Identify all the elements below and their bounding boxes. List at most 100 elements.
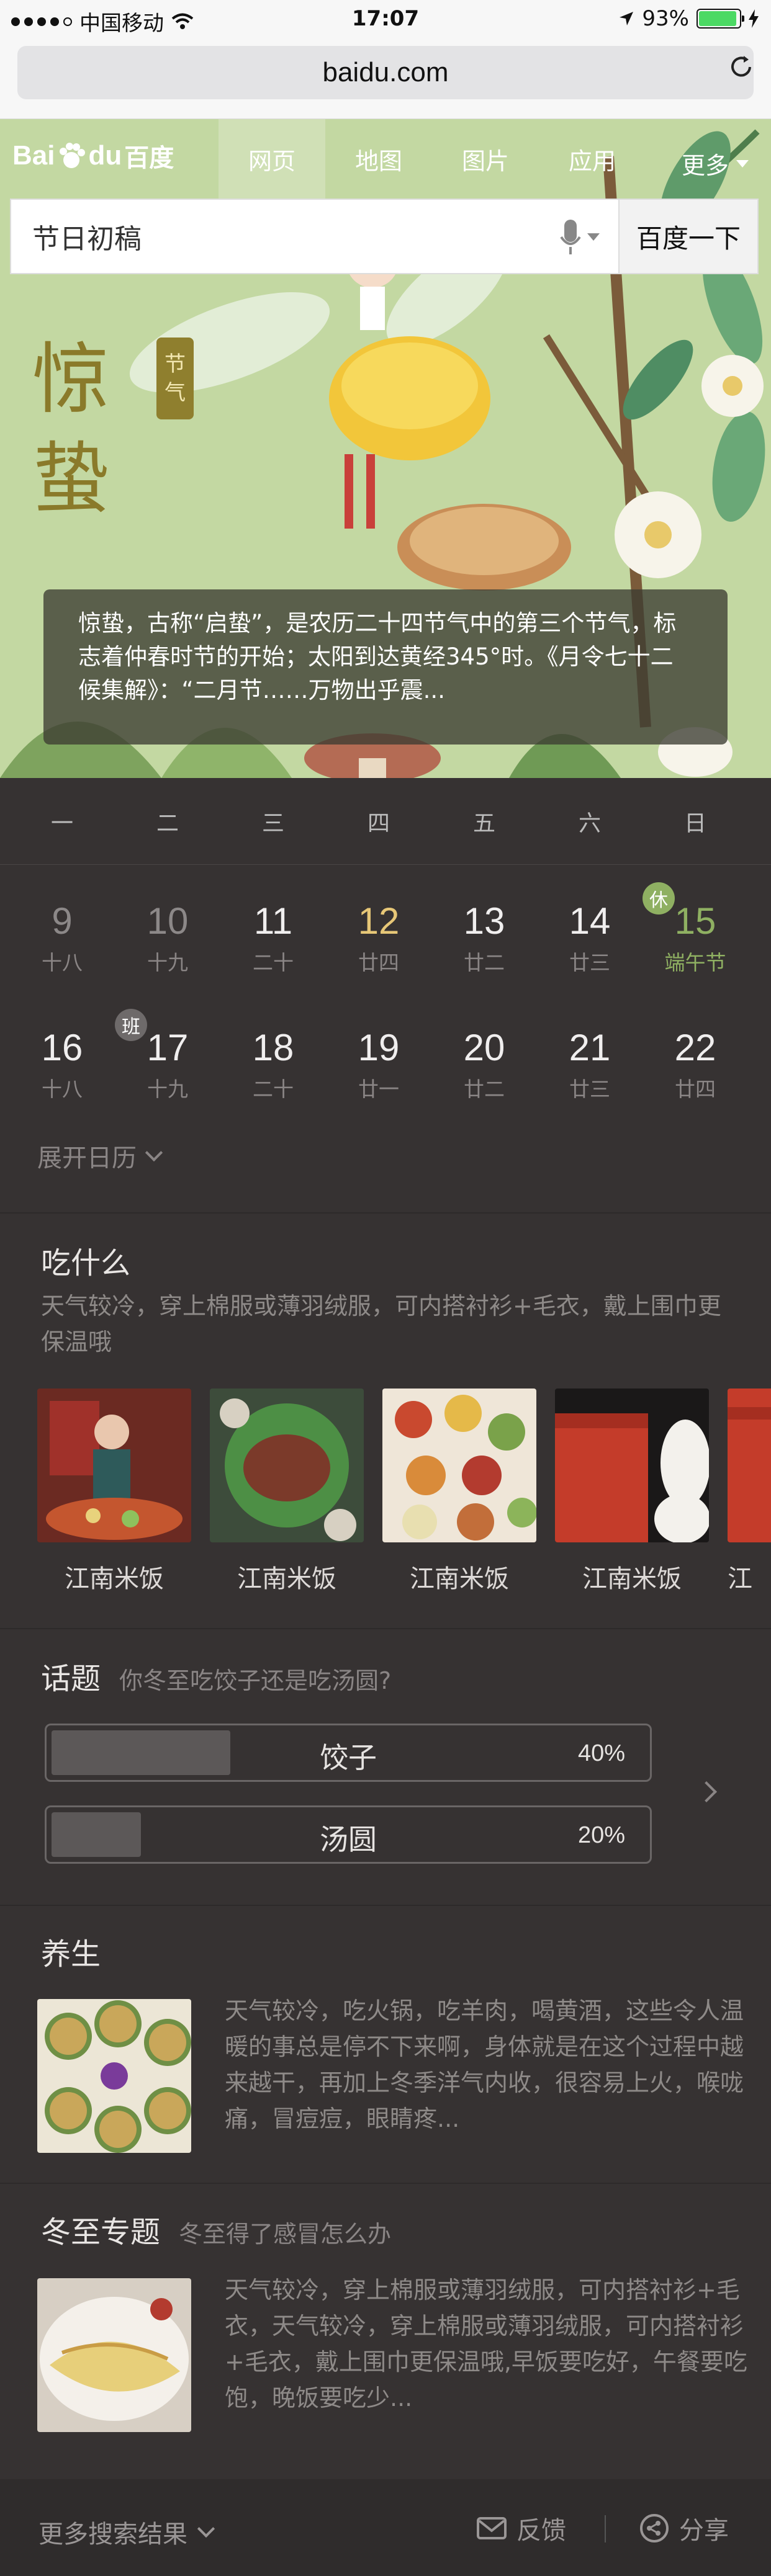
share-button[interactable]: 分享 [639, 2510, 729, 2546]
calendar-lunar-date: 廿三 [569, 950, 610, 975]
calendar-lunar-date: 二十 [253, 950, 294, 975]
expand-calendar-button[interactable]: 展开日历 [37, 1138, 163, 1174]
tab-map[interactable]: 地图 [325, 119, 432, 199]
weekday-label: 三 [261, 811, 284, 836]
solar-term-char-1: 惊 [32, 335, 110, 424]
poll-option[interactable]: 汤圆 20% [45, 1805, 652, 1864]
feedback-button[interactable]: 反馈 [477, 2510, 566, 2546]
food-card[interactable]: 江南米饭 [555, 1389, 710, 1593]
poll-option[interactable]: 饺子 40% [45, 1724, 652, 1782]
food-card[interactable]: 江南米饭 [382, 1389, 537, 1593]
food-image [728, 1389, 771, 1542]
search-button[interactable]: 百度一下 [618, 200, 757, 273]
calendar-lunar-date: 端午节 [664, 950, 726, 975]
share-icon [640, 2514, 669, 2542]
url-text: baidu.com [322, 57, 449, 87]
calendar-day[interactable]: 22 廿四 [642, 1026, 748, 1102]
calendar-day[interactable]: 15 端午节休 [642, 882, 748, 976]
tab-apps[interactable]: 应用 [539, 119, 646, 199]
browser-toolbar: baidu.com [0, 40, 771, 119]
top-nav: Bai du 百度 网页 地图 图片 应用 更多 [0, 119, 771, 199]
holiday-badge: 休 [642, 882, 675, 915]
share-label: 分享 [679, 2516, 729, 2545]
tab-images[interactable]: 图片 [432, 119, 539, 199]
food-carousel: 江南米饭 江南米饭 江南米饭 江南米饭 江 [37, 1389, 771, 1593]
weekday-label: 日 [683, 811, 706, 836]
calendar-day-number: 10 [147, 900, 189, 942]
calendar-lunar-date: 廿四 [675, 1077, 716, 1101]
special-subtitle[interactable]: 冬至得了感冒怎么办 [179, 2220, 391, 2248]
chevron-right-icon[interactable] [696, 1781, 717, 1802]
solar-term-seal: 节 气 [156, 338, 194, 419]
search-input[interactable]: 节日初稿 [11, 200, 618, 273]
poll-option-percent: 40% [577, 1740, 625, 1766]
calendar-day[interactable]: 10 十九 [115, 900, 220, 976]
logo-cn: 百度 [124, 145, 174, 172]
calendar-lunar-date: 廿二 [464, 950, 505, 975]
baidu-logo[interactable]: Bai du 百度 [12, 138, 174, 174]
calendar-day-number: 21 [569, 1027, 611, 1068]
calendar-day[interactable]: 20 廿二 [431, 1026, 537, 1102]
voice-dropdown-icon [587, 233, 600, 241]
eat-section: 吃什么 天气较冷，穿上棉服或薄羽绒服，可内搭衬衫+毛衣，戴上围巾更保温哦 江南米… [0, 1212, 771, 1628]
calendar-lunar-date: 廿二 [464, 1077, 505, 1101]
health-text[interactable]: 天气较冷，吃火锅，吃羊肉，喝黄酒，这些令人温暖的事总是停不下来啊，身体就是在这个… [225, 1993, 752, 2137]
calendar-day[interactable]: 21 廿三 [537, 1026, 642, 1102]
calendar-day[interactable]: 14 廿三 [537, 900, 642, 976]
feedback-label: 反馈 [516, 2516, 566, 2545]
weekday-label: 一 [50, 811, 73, 836]
calendar-day[interactable]: 11 二十 [220, 900, 326, 976]
calendar-day[interactable]: 18 二十 [220, 1026, 326, 1102]
expand-calendar-label: 展开日历 [37, 1144, 137, 1173]
calendar-lunar-date: 十八 [42, 950, 83, 975]
battery-icon [697, 9, 744, 29]
calendar-day[interactable]: 19 廿一 [326, 1026, 431, 1102]
calendar-day[interactable]: 16 十八 [9, 1026, 115, 1102]
special-title: 冬至专题 [41, 2215, 161, 2250]
mail-icon [477, 2517, 507, 2539]
special-image[interactable] [37, 2278, 191, 2432]
location-arrow-icon [620, 12, 634, 25]
voice-search-button[interactable] [560, 218, 600, 256]
solar-term-description[interactable]: 惊蛰，古称“启蛰”，是农历二十四节气中的第三个节气，标志着仲春时节的开始；太阳到… [43, 589, 728, 745]
chevron-down-icon [197, 2520, 215, 2538]
weekday-label: 四 [367, 811, 390, 836]
reload-icon[interactable] [728, 53, 755, 81]
charging-icon [749, 9, 759, 28]
paw-icon [60, 143, 86, 168]
calendar-day[interactable]: 17 十九班 [115, 1009, 220, 1102]
more-results-label: 更多搜索结果 [38, 2520, 187, 2549]
food-card[interactable]: 江 [728, 1389, 771, 1593]
calendar-day-number: 18 [252, 1027, 294, 1068]
calendar-day-number: 13 [463, 900, 505, 942]
calendar-day-number: 12 [358, 900, 400, 942]
calendar-day-number: 14 [569, 900, 611, 942]
weekday-label: 五 [472, 811, 495, 836]
calendar-day-number: 9 [52, 900, 73, 942]
chevron-down-icon [736, 159, 749, 168]
calendar-lunar-date: 廿四 [358, 950, 399, 975]
logo-text: Bai [12, 140, 55, 171]
calendar-lunar-date: 十九 [147, 950, 188, 975]
address-bar[interactable]: baidu.com [17, 46, 754, 99]
food-card[interactable]: 江南米饭 [37, 1389, 191, 1593]
calendar: 一 二 三 四 五 六 日 9 十八 10 十九 11 二十 12 廿四 13 廿二 14 廿三 15 端… [0, 778, 771, 1212]
health-image[interactable] [37, 1999, 191, 2153]
status-right: 93% [618, 6, 759, 31]
food-card[interactable]: 江南米饭 [210, 1389, 364, 1593]
calendar-day[interactable]: 12 廿四 [326, 900, 431, 976]
nav-tabs: 网页 地图 图片 应用 [219, 119, 646, 199]
nav-more-button[interactable]: 更多 [682, 146, 749, 181]
calendar-day-number: 22 [674, 1027, 716, 1068]
topic-section: 话题 你冬至吃饺子还是吃汤圆? 饺子 40% 汤圆 20% [0, 1628, 771, 1905]
poll-option-percent: 20% [577, 1822, 625, 1848]
footer: 更多搜索结果 反馈 分享 [0, 2479, 771, 2576]
more-results-button[interactable]: 更多搜索结果 [38, 2514, 215, 2550]
food-image [210, 1389, 364, 1542]
topic-title: 话题 [41, 1661, 101, 1696]
tab-web[interactable]: 网页 [219, 119, 325, 199]
calendar-day[interactable]: 13 廿二 [431, 900, 537, 976]
special-text[interactable]: 天气较冷，穿上棉服或薄羽绒服，可内搭衬衫+毛衣，天气较冷，穿上棉服或薄羽绒服，可… [225, 2272, 752, 2416]
weekday-label: 六 [578, 811, 601, 836]
calendar-day[interactable]: 9 十八 [9, 900, 115, 976]
